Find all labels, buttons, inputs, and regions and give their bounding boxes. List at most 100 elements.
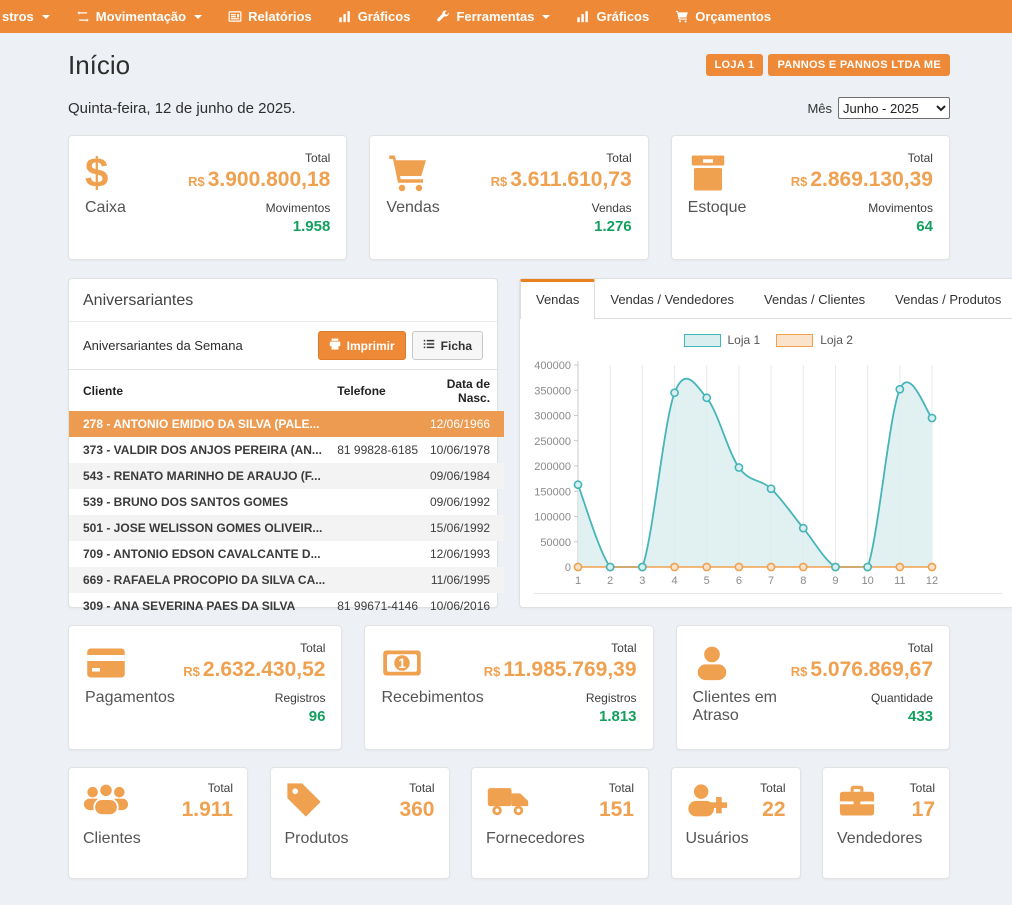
- table-row[interactable]: 373 - VALDIR DOS ANJOS PEREIRA (AN...81 …: [69, 437, 504, 463]
- card-label: Produtos: [285, 830, 435, 848]
- nav-item-graficos-2[interactable]: Gráficos: [563, 0, 662, 33]
- card-recebimentos: 1 Recebimentos Total R$11.985.769,39 Reg…: [364, 625, 653, 750]
- card-label: Vendas: [386, 199, 439, 217]
- total-value: 2.632.430,52: [203, 658, 326, 681]
- table-row[interactable]: 501 - JOSE WELISSON GOMES OLIVEIR...15/0…: [69, 515, 504, 541]
- svg-text:4: 4: [671, 575, 677, 587]
- currency-prefix: R$: [791, 664, 808, 679]
- svg-text:2: 2: [607, 575, 613, 587]
- total-label: Total: [399, 781, 434, 795]
- chart-footer-divider: [534, 593, 1002, 614]
- svg-text:200000: 200000: [534, 461, 571, 473]
- svg-text:0: 0: [565, 562, 571, 574]
- card-label: Vendedores: [837, 830, 935, 848]
- nav-item-orcamentos[interactable]: Orçamentos: [662, 0, 784, 33]
- cell-birth: 15/06/1992: [424, 515, 504, 541]
- cell-phone: [331, 541, 424, 567]
- users-icon: [83, 781, 129, 824]
- table-row[interactable]: 278 - ANTONIO EMIDIO DA SILVA (PALE... 12…: [69, 411, 504, 437]
- bar-chart-icon: [576, 10, 590, 23]
- card-vendas: Vendas Total R$3.611.610,73 Vendas 1.276: [369, 135, 648, 260]
- box-icon: [688, 151, 747, 195]
- table-row[interactable]: 709 - ANTONIO EDSON CAVALCANTE D... 12/06…: [69, 541, 504, 567]
- card-estoque: Estoque Total R$2.869.130,39 Movimentos …: [671, 135, 950, 260]
- currency-prefix: R$: [491, 174, 508, 189]
- count-value: 360: [399, 798, 434, 822]
- user-icon: [693, 641, 791, 685]
- nav-item-movimentacao[interactable]: Movimentação: [63, 0, 215, 33]
- tab-vendas-vendedores[interactable]: Vendas / Vendedores: [595, 279, 749, 319]
- wrench-icon: [436, 10, 450, 23]
- currency-prefix: R$: [188, 174, 205, 189]
- birthdays-title: Aniversariantes: [69, 279, 497, 322]
- exchange-icon: [76, 10, 90, 23]
- card-label: Recebimentos: [381, 689, 483, 707]
- total-label: Total: [791, 641, 933, 655]
- table-row[interactable]: 539 - BRUNO DOS SANTOS GOMES09/06/1992: [69, 489, 504, 515]
- svg-text:350000: 350000: [534, 385, 571, 397]
- credit-card-icon: [85, 641, 175, 685]
- svg-text:300000: 300000: [534, 411, 571, 423]
- legend-label: Loja 2: [820, 333, 853, 347]
- svg-text:50000: 50000: [540, 537, 571, 549]
- svg-text:250000: 250000: [534, 436, 571, 448]
- cell-phone: 81 99828-6185: [331, 437, 424, 463]
- legend-item-loja1[interactable]: Loja 1: [684, 333, 761, 347]
- legend-swatch: [776, 334, 813, 347]
- count-label: Vendas: [491, 201, 632, 215]
- caret-down-icon: [542, 15, 550, 19]
- cell-birth: 12/06/1993: [424, 541, 504, 567]
- company-badge: PANNOS E PANNOS LTDA ME: [768, 54, 950, 76]
- nav-item-graficos-1[interactable]: Gráficos: [325, 0, 424, 33]
- table-row[interactable]: 669 - RAFAELA PROCOPIO DA SILVA CA...11/…: [69, 567, 504, 593]
- total-label: Total: [183, 641, 325, 655]
- print-button[interactable]: Imprimir: [318, 331, 406, 360]
- nav-item-relatorios[interactable]: Relatórios: [215, 0, 325, 33]
- ficha-button-label: Ficha: [441, 339, 472, 353]
- store-badge: LOJA 1: [706, 54, 764, 76]
- svg-text:150000: 150000: [534, 486, 571, 498]
- card-label: Caixa: [85, 199, 126, 217]
- page-header: Início LOJA 1 PANNOS E PANNOS LTDA ME: [68, 33, 950, 81]
- total-value: 11.985.769,39: [503, 658, 636, 681]
- nav-item-ferramentas[interactable]: Ferramentas: [423, 0, 563, 33]
- caret-down-icon: [42, 15, 50, 19]
- cell-birth: 11/06/1995: [424, 567, 504, 593]
- nav-item-label: stros: [2, 9, 34, 24]
- count-label: Registros: [183, 691, 325, 705]
- nav-item-label: Ferramentas: [456, 9, 534, 24]
- svg-text:7: 7: [768, 575, 774, 587]
- ficha-button[interactable]: Ficha: [412, 331, 483, 360]
- svg-text:11: 11: [894, 575, 905, 587]
- printer-icon: [329, 338, 341, 353]
- svg-text:3: 3: [639, 575, 645, 587]
- count-value: 1.958: [188, 218, 330, 235]
- nav-item-cadastros[interactable]: stros: [0, 0, 63, 33]
- count-value: 17: [910, 798, 935, 822]
- card-pagamentos: Pagamentos Total R$2.632.430,52 Registro…: [68, 625, 342, 750]
- tab-vendas-produtos[interactable]: Vendas / Produtos: [880, 279, 1012, 319]
- legend-label: Loja 1: [728, 333, 761, 347]
- count-value: 433: [791, 708, 933, 725]
- card-produtos: Total 360 Produtos: [270, 767, 450, 879]
- total-value: 3.900.800,18: [208, 168, 331, 191]
- total-label: Total: [760, 781, 785, 795]
- chart-legend: Loja 1 Loja 2: [532, 333, 1004, 347]
- cell-birth: 12/06/1966: [424, 411, 504, 437]
- svg-text:1: 1: [575, 575, 581, 587]
- cell-client: 709 - ANTONIO EDSON CAVALCANTE D...: [69, 541, 331, 567]
- sales-chart-panel: Vendas Vendas / Vendedores Vendas / Clie…: [519, 278, 1012, 608]
- tab-vendas-clientes[interactable]: Vendas / Clientes: [749, 279, 880, 319]
- cell-client: 278 - ANTONIO EMIDIO DA SILVA (PALE...: [69, 411, 331, 437]
- count-label: Registros: [484, 691, 637, 705]
- cell-client: 373 - VALDIR DOS ANJOS PEREIRA (AN...: [69, 437, 331, 463]
- col-telefone: Telefone: [331, 370, 424, 411]
- mid-cards-row: Pagamentos Total R$2.632.430,52 Registro…: [68, 625, 950, 750]
- legend-item-loja2[interactable]: Loja 2: [776, 333, 853, 347]
- card-clientes: Total 1.911 Clientes: [68, 767, 248, 879]
- table-row[interactable]: 543 - RENATO MARINHO DE ARAUJO (F...09/0…: [69, 463, 504, 489]
- table-row[interactable]: 309 - ANA SEVERINA PAES DA SILVA81 99671…: [69, 593, 504, 619]
- card-label: Clientes: [83, 830, 233, 848]
- tab-vendas[interactable]: Vendas: [520, 279, 595, 319]
- month-select[interactable]: Junho - 2025: [838, 97, 950, 119]
